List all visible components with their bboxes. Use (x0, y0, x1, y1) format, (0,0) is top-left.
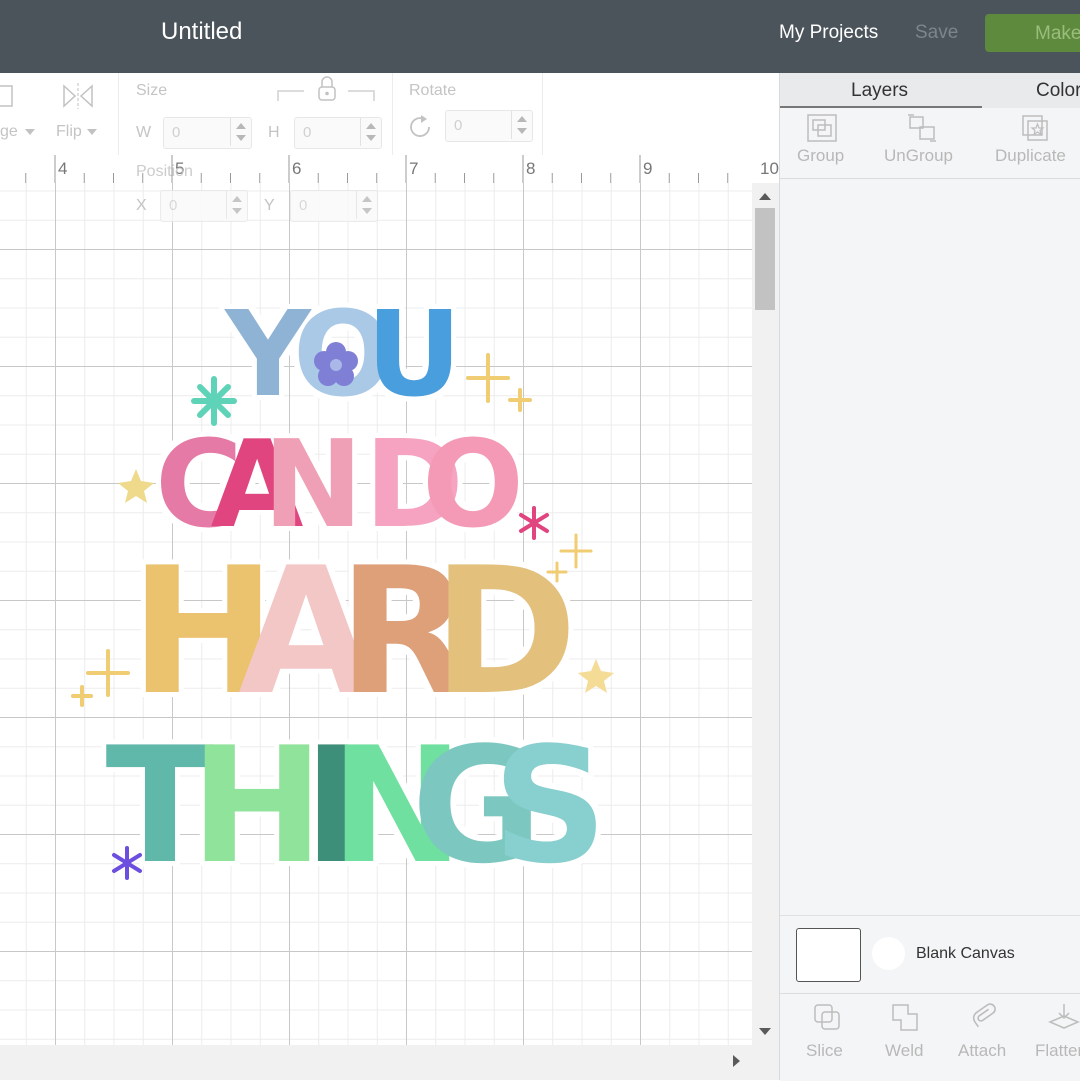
ruler-label: 10 (760, 159, 779, 178)
design-artwork[interactable]: Y O U C A N D O H A R D T H I N G S (0, 183, 752, 1045)
flatten-icon (1048, 1004, 1080, 1029)
rotate-field[interactable]: 0 (445, 110, 533, 142)
layer-tools: Group UnGroup Duplicate (780, 108, 1080, 179)
design-letter: D (432, 531, 577, 734)
width-stepper[interactable] (230, 118, 251, 146)
ruler-label: 7 (409, 159, 419, 178)
position-label: Position (136, 163, 193, 180)
weld-icon (892, 1004, 918, 1031)
attach-label: Attach (958, 1041, 1007, 1060)
ruler-label: 4 (58, 159, 68, 178)
rotate-value: 0 (454, 117, 463, 134)
width-value: 0 (172, 124, 181, 141)
canvas-visibility-toggle[interactable] (872, 937, 905, 970)
ruler-label: 9 (643, 159, 653, 178)
ungroup-label: UnGroup (884, 146, 953, 165)
layer-actions: Slice Weld Attach Flatten (780, 993, 1080, 1081)
layers-panel: Layers Color Group UnGroup Duplicate Bla… (779, 73, 1080, 1081)
scroll-up-icon[interactable] (759, 193, 771, 201)
blank-canvas-row[interactable]: Blank Canvas (780, 915, 1080, 994)
duplicate-label: Duplicate (995, 146, 1066, 165)
ruler-label: 6 (292, 159, 302, 178)
arrange-icon[interactable] (0, 83, 16, 109)
design-letter: U (366, 285, 462, 423)
flip-icon[interactable] (61, 81, 95, 111)
top-bar: Untitled My Projects Save Make (0, 0, 1080, 73)
vertical-scrollbar[interactable] (752, 183, 779, 1045)
horizontal-scrollbar[interactable] (0, 1045, 779, 1080)
flip-chevron-icon (87, 129, 97, 135)
blank-canvas-label: Blank Canvas (916, 945, 1015, 962)
vertical-scroll-thumb[interactable] (755, 208, 775, 310)
star-decoration (118, 469, 154, 503)
lock-icon[interactable] (276, 75, 376, 105)
ruler-label: 8 (526, 159, 536, 178)
toolbar-divider (118, 73, 119, 155)
make-button[interactable]: Make (985, 14, 1080, 52)
top-ruler (0, 155, 779, 184)
weld-label: Weld (885, 1041, 924, 1060)
rotate-label: Rotate (409, 82, 457, 99)
panel-tabs: Layers Color (780, 73, 1080, 108)
ruler-ticks (25, 155, 729, 183)
flatten-label: Flatten (1035, 1041, 1080, 1060)
canvas-swatch[interactable] (796, 928, 861, 982)
my-projects-link[interactable]: My Projects (779, 22, 878, 44)
scroll-down-icon[interactable] (759, 1028, 771, 1036)
height-field[interactable]: 0 (294, 117, 382, 149)
width-field[interactable]: 0 (163, 117, 252, 149)
scroll-right-icon[interactable] (733, 1055, 741, 1067)
save-button[interactable]: Save (915, 22, 958, 44)
rotate-stepper[interactable] (511, 111, 532, 139)
project-title[interactable]: Untitled (161, 18, 242, 46)
design-letter: S (492, 712, 607, 899)
height-value: 0 (303, 124, 312, 141)
arrange-chevron-icon (25, 129, 35, 135)
star-decoration (578, 659, 614, 693)
toolbar-divider (542, 73, 543, 155)
tab-layers[interactable]: Layers (851, 80, 908, 102)
flip-label[interactable]: Flip (56, 123, 82, 141)
slice-label: Slice (806, 1041, 843, 1060)
group-icon (807, 114, 837, 142)
toolbar-divider (392, 73, 393, 155)
rotate-icon (410, 115, 430, 137)
edit-toolbar: ge Flip Size W 0 H 0 Rotate 0 (0, 73, 779, 156)
duplicate-icon (1022, 115, 1048, 141)
attach-icon (972, 1003, 996, 1028)
make-button-label: Make (1035, 23, 1080, 44)
size-label: Size (136, 82, 168, 99)
tab-color[interactable]: Color (1036, 80, 1080, 102)
ungroup-icon (908, 114, 936, 142)
height-stepper[interactable] (360, 118, 381, 146)
arrange-label[interactable]: ge (0, 123, 18, 141)
slice-icon (814, 1004, 840, 1030)
group-label: Group (797, 146, 845, 165)
height-label: H (268, 124, 280, 141)
width-label: W (136, 124, 152, 141)
